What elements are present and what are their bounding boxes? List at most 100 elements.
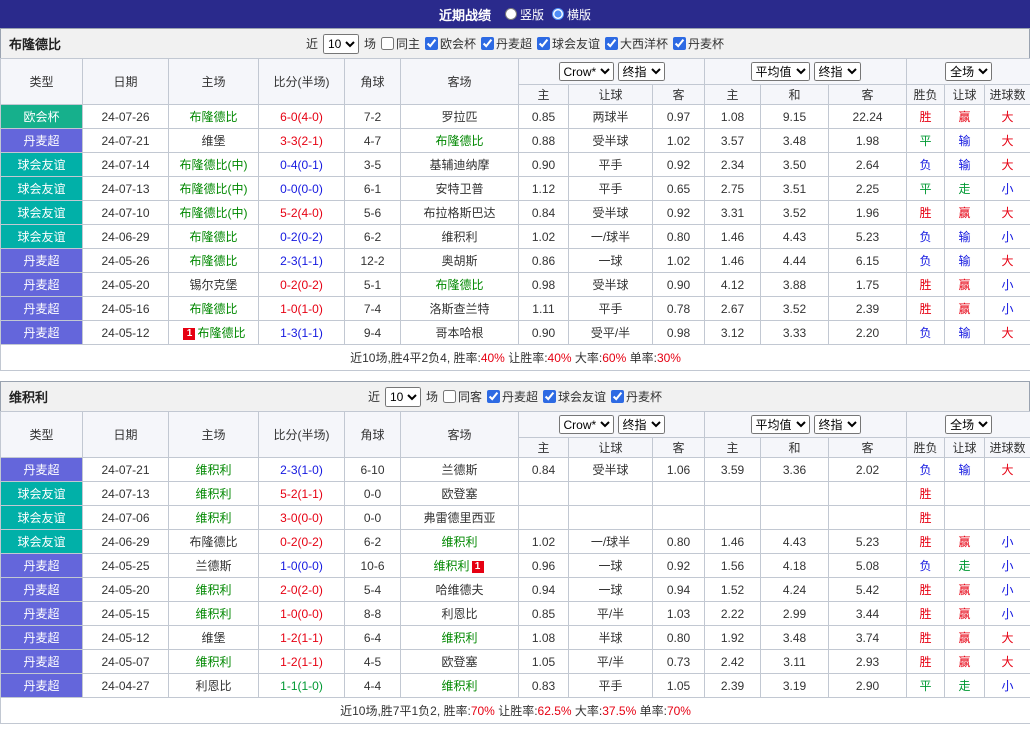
summary-stat-value: 70% bbox=[666, 704, 691, 718]
league-checkbox[interactable]: 丹麦杯 bbox=[611, 388, 662, 405]
corner-score: 6-10 bbox=[344, 457, 401, 482]
odds-group-selects: Crow* 终指 bbox=[520, 62, 703, 81]
home-team: 布隆德比 bbox=[168, 224, 259, 249]
match-score: 1-0(0-0) bbox=[258, 601, 345, 626]
avg-home-cell: 1.92 bbox=[704, 625, 762, 650]
league-checkbox[interactable]: 丹麦超 bbox=[481, 35, 532, 52]
games-label: 场 bbox=[425, 390, 438, 404]
subcol-header-odds-handicap: 让球 bbox=[568, 437, 653, 458]
team-name-text: 维积利 bbox=[195, 583, 232, 597]
layout-radio-horizontal[interactable]: 横版 bbox=[552, 6, 591, 23]
league-checkbox-input[interactable] bbox=[487, 390, 500, 403]
subcol-header-avg-draw: 和 bbox=[760, 84, 830, 105]
col-header-away: 客场 bbox=[400, 411, 519, 458]
league-type-cell: 球会友谊 bbox=[0, 505, 83, 530]
match-date: 24-07-26 bbox=[82, 104, 169, 129]
corner-score: 3-5 bbox=[344, 152, 401, 177]
league-checkbox-input[interactable] bbox=[424, 37, 438, 50]
col-header-corner: 角球 bbox=[344, 58, 401, 105]
col-header-date: 日期 bbox=[82, 58, 169, 105]
average-select[interactable]: 平均值 bbox=[750, 415, 810, 434]
odds-handicap-cell: 一/球半 bbox=[568, 529, 653, 554]
match-date: 24-05-20 bbox=[82, 272, 169, 297]
result-winloss-cell: 胜 bbox=[906, 272, 946, 297]
horizontal-radio-input[interactable] bbox=[552, 8, 564, 20]
result-handicap-cell: 赢 bbox=[944, 529, 986, 554]
corner-score: 6-1 bbox=[344, 176, 401, 201]
match-row: 球会友谊 24-07-14 布隆德比(中) 0-4(0-1) 3-5 基辅迪纳摩 0.90 平… bbox=[0, 152, 1030, 177]
avg-draw-cell: 3.52 bbox=[760, 296, 830, 321]
same-venue-checkbox[interactable]: 同客 bbox=[442, 388, 482, 405]
league-checkbox-input[interactable] bbox=[543, 390, 557, 403]
final-odds-select[interactable]: 终指 bbox=[617, 415, 665, 434]
result-winloss-cell: 负 bbox=[906, 553, 946, 578]
odds-away-cell: 0.98 bbox=[651, 320, 706, 345]
summary-stat-label: 大率: bbox=[571, 351, 603, 365]
league-label: 球会友谊 bbox=[558, 390, 607, 404]
avg-home-cell: 1.08 bbox=[704, 104, 762, 129]
league-checkbox[interactable]: 欧会杯 bbox=[424, 35, 476, 52]
team-name-text: 维积利 bbox=[441, 679, 478, 693]
bookmaker-select[interactable]: Crow* bbox=[558, 415, 614, 434]
col-header-away: 客场 bbox=[400, 58, 519, 105]
odds-home-cell: 0.85 bbox=[518, 104, 569, 129]
scope-select[interactable]: 全场 bbox=[945, 62, 993, 81]
recent-count-select[interactable]: 10 bbox=[384, 386, 421, 407]
team-section: 布隆德比近 10 场同主 欧会杯 丹麦超 球会友谊 大西洋杯 丹麦杯 类型 日期 主场 比分(半场) 角… bbox=[0, 28, 1030, 371]
final-odds-select-2[interactable]: 终指 bbox=[813, 415, 861, 434]
league-checkbox-input[interactable] bbox=[481, 37, 494, 50]
league-checkbox[interactable]: 球会友谊 bbox=[543, 388, 606, 405]
final-odds-select-2[interactable]: 终指 bbox=[813, 62, 861, 81]
layout-radio-vertical[interactable]: 竖版 bbox=[504, 6, 544, 23]
result-winloss-cell: 胜 bbox=[906, 625, 946, 650]
bookmaker-select[interactable]: Crow* bbox=[558, 62, 614, 81]
col-header-score: 比分(半场) bbox=[258, 411, 345, 458]
avg-draw-cell: 3.36 bbox=[760, 457, 830, 482]
final-odds-select[interactable]: 终指 bbox=[617, 62, 665, 81]
league-checkbox-input[interactable] bbox=[611, 390, 625, 403]
summary-stat-label: 胜率: bbox=[453, 351, 481, 365]
league-type-cell: 欧会杯 bbox=[0, 104, 83, 129]
avg-home-cell bbox=[704, 505, 762, 530]
vertical-radio-input[interactable] bbox=[504, 8, 517, 20]
result-goals-cell bbox=[984, 481, 1030, 506]
result-winloss-cell: 平 bbox=[906, 176, 946, 201]
same-venue-checkbox-input[interactable] bbox=[380, 37, 394, 50]
match-row: 球会友谊 24-07-10 布隆德比(中) 5-2(4-0) 5-6 布拉格斯巴达 0.84… bbox=[0, 200, 1030, 225]
result-handicap-cell: 走 bbox=[944, 673, 986, 698]
team-name-text: 维积利 bbox=[195, 655, 232, 669]
result-goals-cell: 大 bbox=[984, 152, 1030, 177]
league-checkbox[interactable]: 大西洋杯 bbox=[605, 35, 668, 52]
result-handicap-cell bbox=[944, 505, 986, 530]
league-label: 丹麦超 bbox=[496, 37, 533, 51]
same-venue-checkbox-input[interactable] bbox=[442, 390, 456, 403]
league-checkbox-input[interactable] bbox=[605, 37, 619, 50]
avg-away-cell: 3.74 bbox=[828, 625, 908, 650]
team-name-text: 利恩比 bbox=[195, 679, 232, 693]
league-checkbox-input[interactable] bbox=[673, 37, 687, 50]
corner-score: 7-4 bbox=[344, 296, 401, 321]
result-winloss-cell: 胜 bbox=[906, 296, 946, 321]
summary-stat-value: 62.5% bbox=[537, 704, 572, 718]
team-name: 维积利 bbox=[9, 390, 49, 405]
average-select[interactable]: 平均值 bbox=[750, 62, 810, 81]
league-checkbox[interactable]: 丹麦杯 bbox=[673, 35, 724, 52]
subcol-header-result-goals: 进球数 bbox=[984, 437, 1030, 458]
match-row: 丹麦超 24-05-07 维积利 1-2(1-1) 4-5 欧登塞 1.05 平/半 0.73 2… bbox=[0, 649, 1030, 674]
scope-select[interactable]: 全场 bbox=[945, 415, 993, 434]
result-goals-cell bbox=[984, 505, 1030, 530]
team-header-bar: 维积利 近 10 场 同客 丹麦超 球会友谊 丹麦杯 bbox=[0, 381, 1030, 411]
team-name-text: 维堡 bbox=[201, 631, 226, 645]
team-name-text: 弗雷德里西亚 bbox=[423, 511, 496, 525]
same-venue-label: 同主 bbox=[395, 37, 420, 51]
avg-draw-cell: 3.48 bbox=[760, 128, 830, 153]
recent-count-select[interactable]: 10 bbox=[322, 33, 359, 54]
league-checkbox[interactable]: 球会友谊 bbox=[537, 35, 600, 52]
match-score: 1-2(1-1) bbox=[258, 625, 345, 650]
subcol-header-result-winloss: 胜负 bbox=[906, 84, 946, 105]
match-date: 24-05-16 bbox=[82, 296, 169, 321]
subcol-header-odds-home: 主 bbox=[518, 84, 569, 105]
league-checkbox[interactable]: 丹麦超 bbox=[487, 388, 538, 405]
same-venue-checkbox[interactable]: 同主 bbox=[380, 35, 420, 52]
league-checkbox-input[interactable] bbox=[537, 37, 551, 50]
